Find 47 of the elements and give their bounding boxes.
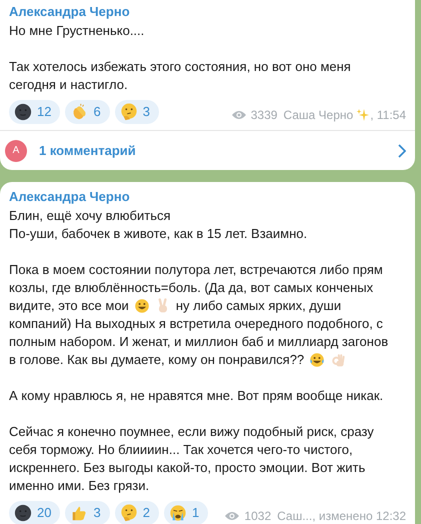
message-text: полным набором. И женат, и миллион баб и миллиард загонов — [9, 333, 388, 351]
comments-row[interactable]: А 1 комментарий — [0, 130, 415, 170]
message-text: А кому нравлюсь я, не нравятся мне. Вот прям вообще никак. — [9, 387, 384, 405]
message-text: компаний) На выходных я встретила очередного подобного, с — [9, 315, 383, 333]
message-text: себя торможу. Но блиииин... Так хочется чего-то чистого, — [9, 441, 353, 459]
thumbs-up-icon — [70, 504, 88, 522]
ok-hand-icon — [330, 352, 346, 368]
message-text: в голове. Как вы думаете, кому он понравился?? — [9, 351, 304, 369]
message-text: По-уши, бабочек в животе, как в 15 лет. Взаимно. — [9, 225, 308, 243]
laughing-face-icon — [309, 352, 326, 368]
message-text: сегодня и настигло. — [9, 76, 128, 94]
message-text: Пока в моем состоянии полутора лет, встречаются либо прям — [9, 261, 383, 279]
dark-moon-icon — [14, 103, 32, 121]
reaction-chip[interactable]: 6 — [65, 100, 110, 124]
author-name[interactable]: Александра Черно — [9, 3, 406, 21]
reaction-chip[interactable]: 3 — [65, 501, 110, 524]
crying-face-icon — [168, 504, 187, 522]
message-text: козлы, где влюблённость=боль. (Да да, вот самых конченых — [9, 279, 374, 297]
dark-moon-icon — [14, 504, 32, 522]
thinking-face-icon — [120, 103, 138, 121]
reaction-chip[interactable]: 20 — [9, 501, 60, 524]
message-text: Сейчас я конечно поумнее, если вижу подобный риск, сразу — [9, 423, 374, 441]
reaction-chip[interactable]: 1 — [164, 501, 208, 524]
view-count: 1032 — [244, 508, 272, 524]
message-text: Так хотелось избежать этого состояния, но вот оно меня — [9, 58, 351, 76]
message-text: видите, это все мои — [9, 297, 129, 315]
comments-label: 1 комментарий — [39, 142, 137, 160]
eye-icon — [230, 110, 247, 120]
signature: Саш... — [277, 508, 312, 524]
thinking-face-icon — [120, 504, 138, 522]
message-text: ну либо самых ярких, души — [176, 297, 342, 315]
reaction-chip[interactable]: 2 — [114, 501, 159, 524]
grinning-face-icon — [134, 298, 150, 314]
message-text: именно ими. Без грязи. — [9, 477, 150, 495]
message-time: , 11:54 — [370, 107, 406, 124]
view-count: 3339 — [250, 107, 278, 124]
reaction-chip[interactable]: 12 — [9, 100, 60, 124]
avatar: А — [5, 140, 27, 162]
reaction-chip[interactable]: 3 — [114, 100, 159, 124]
eye-icon — [224, 511, 240, 521]
message-time: , изменено 12:32 — [312, 508, 406, 524]
chevron-right-icon — [398, 144, 406, 158]
author-name[interactable]: Александра Черно — [9, 188, 406, 206]
message-text: искреннего. Без выгоды какой-то, просто эмоции. Вот жить — [9, 459, 366, 477]
signature: Саша Черно — [283, 107, 354, 124]
message-text: Блин, ещё хочу влюбиться — [9, 207, 171, 225]
message-text: Но мне Грустненько.... — [9, 22, 144, 40]
